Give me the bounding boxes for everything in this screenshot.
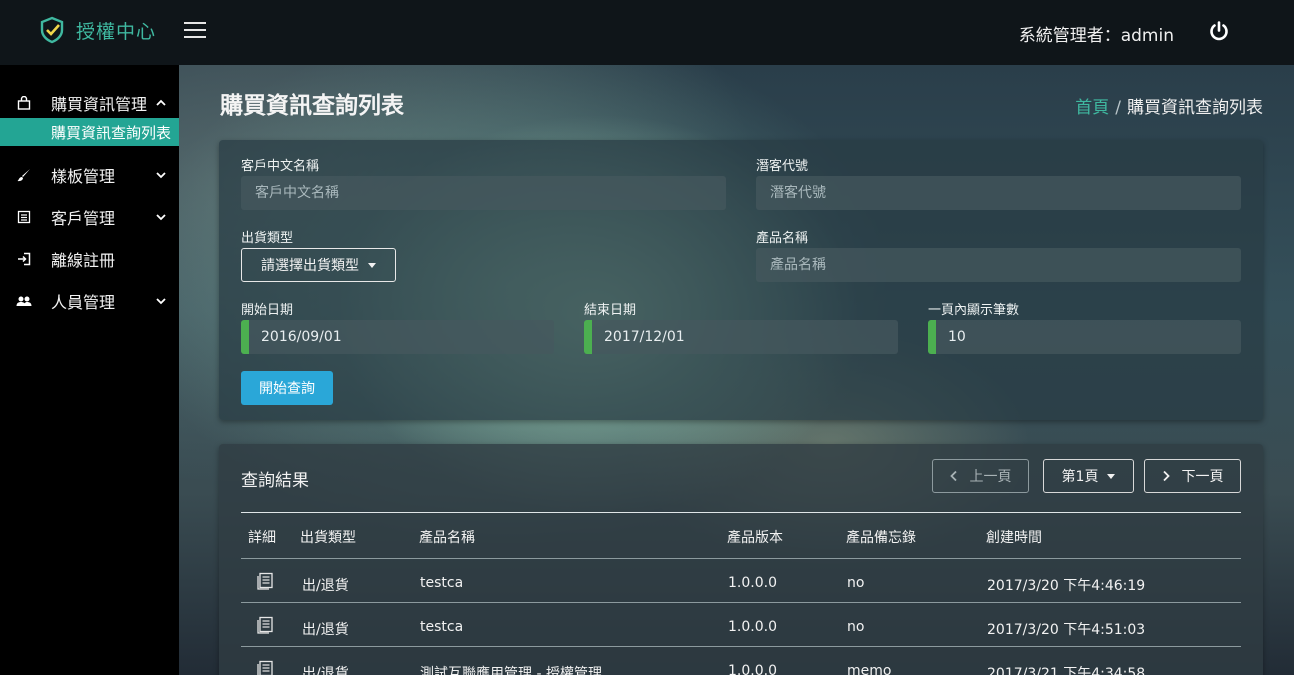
- column-header: 出貨類型: [300, 530, 356, 546]
- customer-name-input[interactable]: [241, 176, 726, 210]
- cell-ship-type: 出/退貨: [302, 578, 349, 594]
- product-name-label: 產品名稱: [756, 231, 809, 246]
- sidebar: 購買資訊管理 購買資訊查詢列表 樣板管理 客戶管理 離線註冊 人員管理: [0, 65, 179, 675]
- ship-type-dropdown[interactable]: 請選擇出貨類型: [241, 248, 396, 282]
- chevron-left-icon: [949, 470, 957, 482]
- sidebar-subitem-purchase-query-list[interactable]: 購買資訊查詢列表: [0, 118, 179, 146]
- sidebar-item-staff[interactable]: 人員管理: [0, 280, 179, 322]
- cell-created: 2017/3/20 下午4:51:03: [987, 622, 1146, 638]
- cell-memo: no: [847, 575, 865, 591]
- detail-list-icon[interactable]: [256, 660, 274, 675]
- cell-version: 1.0.0.0: [728, 663, 777, 675]
- cell-memo: no: [847, 619, 865, 635]
- list-icon: [15, 208, 33, 226]
- table-row: 出/退貨 測試互聯應用管理 - 授權管理 1.0.0.0 memo 2017/3…: [241, 647, 1241, 675]
- next-page-label: 下一頁: [1181, 469, 1224, 485]
- sidebar-item-label: 客戶管理: [51, 209, 116, 228]
- table-row: 出/退貨 testca 1.0.0.0 no 2017/3/20 下午4:51:…: [241, 603, 1241, 647]
- page-size-label: 一頁內顯示筆數: [928, 303, 1020, 318]
- shield-check-icon: [40, 16, 64, 44]
- customer-name-label: 客戶中文名稱: [241, 159, 320, 174]
- product-name-input[interactable]: [756, 248, 1241, 282]
- sidebar-item-purchase-info[interactable]: 購買資訊管理: [0, 88, 179, 118]
- breadcrumb-home-link[interactable]: 首頁: [1075, 98, 1109, 118]
- prospect-code-input[interactable]: [756, 176, 1241, 210]
- sidebar-item-label: 樣板管理: [51, 167, 116, 186]
- cell-ship-type: 出/退貨: [302, 666, 349, 675]
- people-icon: [15, 292, 33, 310]
- cell-product: 測試互聯應用管理 - 授權管理: [420, 666, 602, 675]
- ship-type-label: 出貨類型: [241, 231, 294, 246]
- prev-page-label: 上一頁: [969, 469, 1012, 485]
- breadcrumb: 首頁 / 購買資訊查詢列表: [1075, 93, 1263, 118]
- caret-down-icon: [368, 262, 376, 268]
- result-panel: 查詢結果 上一頁 第1頁 下一頁 詳細 出貨類型 產品名稱 產品版本 產品備忘錄…: [219, 444, 1263, 675]
- detail-list-icon[interactable]: [256, 572, 274, 590]
- column-header: 產品名稱: [419, 530, 475, 546]
- result-table: 詳細 出貨類型 產品名稱 產品版本 產品備忘錄 創建時間 出/退貨 testca…: [241, 512, 1241, 675]
- page-size-input[interactable]: [928, 320, 1241, 354]
- detail-list-icon[interactable]: [256, 616, 274, 634]
- sidebar-item-offline-register[interactable]: 離線註冊: [0, 238, 179, 280]
- end-date-label: 結束日期: [584, 303, 637, 318]
- sidebar-item-label: 購買資訊管理: [51, 95, 148, 114]
- search-button[interactable]: 開始查詢: [241, 371, 333, 405]
- chevron-up-icon: [156, 99, 166, 106]
- chevron-down-icon: [156, 298, 166, 305]
- chevron-down-icon: [156, 172, 166, 179]
- cell-version: 1.0.0.0: [728, 575, 777, 591]
- chevron-right-icon: [1162, 470, 1170, 482]
- table-row: 出/退貨 testca 1.0.0.0 no 2017/3/20 下午4:46:…: [241, 559, 1241, 603]
- prospect-code-label: 潛客代號: [756, 159, 809, 174]
- brush-icon: [15, 166, 33, 184]
- power-icon[interactable]: [1208, 20, 1230, 42]
- caret-down-icon: [1107, 473, 1116, 479]
- menu-toggle-icon[interactable]: [184, 22, 206, 40]
- cell-product: testca: [420, 619, 464, 635]
- page-select-dropdown[interactable]: 第1頁: [1043, 459, 1134, 493]
- sidebar-item-label: 離線註冊: [51, 251, 116, 270]
- column-header: 詳細: [248, 530, 276, 546]
- start-date-label: 開始日期: [241, 303, 294, 318]
- bag-icon: [15, 94, 33, 112]
- column-header: 創建時間: [986, 530, 1042, 546]
- end-date-input[interactable]: [584, 320, 898, 354]
- cell-ship-type: 出/退貨: [302, 622, 349, 638]
- breadcrumb-separator: /: [1115, 98, 1121, 118]
- sidebar-item-template[interactable]: 樣板管理: [0, 154, 179, 196]
- table-header: 詳細 出貨類型 產品名稱 產品版本 產品備忘錄 創建時間: [241, 513, 1241, 559]
- prev-page-button[interactable]: 上一頁: [932, 459, 1029, 493]
- chevron-down-icon: [156, 214, 166, 221]
- brand[interactable]: 授權中心: [38, 16, 156, 44]
- brand-name: 授權中心: [76, 20, 157, 43]
- page-title: 購買資訊查詢列表: [220, 93, 404, 119]
- cell-version: 1.0.0.0: [728, 619, 777, 635]
- top-bar: 授權中心 系統管理者：admin: [0, 0, 1294, 65]
- result-title: 查詢結果: [241, 471, 309, 491]
- cell-product: testca: [420, 575, 464, 591]
- breadcrumb-current: 購買資訊查詢列表: [1127, 98, 1263, 118]
- filter-panel: 客戶中文名稱 潛客代號 出貨類型 請選擇出貨類型 產品名稱 開始日期 結束日期 …: [219, 140, 1263, 420]
- cell-created: 2017/3/21 下午4:34:58: [987, 666, 1146, 675]
- sidebar-item-label: 人員管理: [51, 293, 116, 312]
- cell-created: 2017/3/20 下午4:46:19: [987, 578, 1146, 594]
- cell-memo: memo: [847, 663, 892, 675]
- column-header: 產品備忘錄: [846, 530, 916, 546]
- main-content: 購買資訊查詢列表 首頁 / 購買資訊查詢列表 客戶中文名稱 潛客代號 出貨類型 請選…: [179, 65, 1294, 675]
- column-header: 產品版本: [727, 530, 783, 546]
- start-date-input[interactable]: [241, 320, 554, 354]
- next-page-button[interactable]: 下一頁: [1144, 459, 1241, 493]
- sign-in-icon: [15, 250, 33, 268]
- ship-type-selected: 請選擇出貨類型: [261, 258, 359, 274]
- user-label: 系統管理者：admin: [1018, 26, 1174, 46]
- page-select-label: 第1頁: [1061, 469, 1099, 485]
- sidebar-item-customer[interactable]: 客戶管理: [0, 196, 179, 238]
